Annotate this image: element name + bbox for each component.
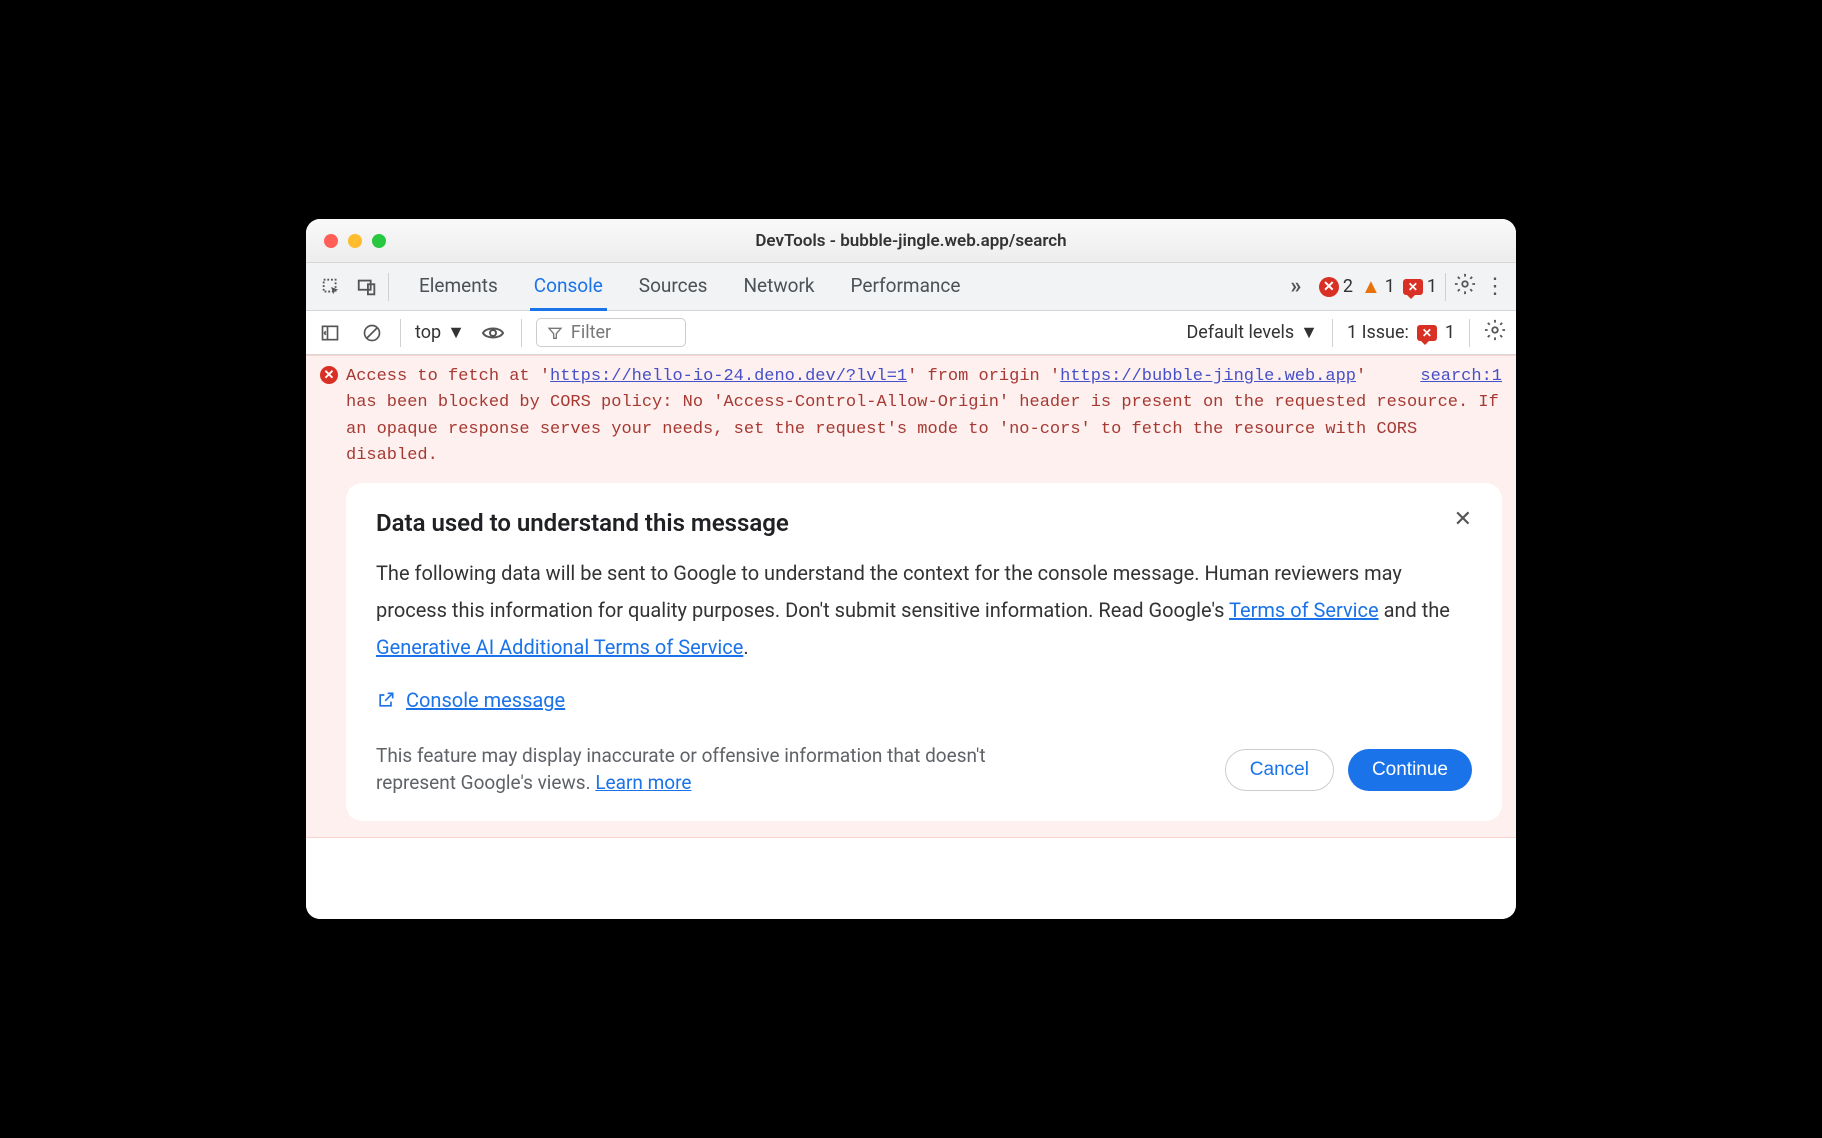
console-message-link[interactable]: Console message (376, 688, 565, 712)
gen-ai-tos-link[interactable]: Generative AI Additional Terms of Servic… (376, 635, 743, 659)
divider (521, 319, 522, 347)
window-title: DevTools - bubble-jingle.web.app/search (306, 231, 1516, 251)
issue-icon: ✕ (1403, 279, 1423, 295)
continue-button[interactable]: Continue (1348, 749, 1472, 791)
divider (1332, 319, 1333, 347)
panel-tabs: Elements Console Sources Network Perform… (415, 263, 964, 311)
disclaimer-text: This feature may display inaccurate or o… (376, 743, 1016, 796)
context-selector[interactable]: top ▼ (415, 322, 465, 343)
device-toolbar-icon[interactable] (352, 272, 382, 302)
ai-consent-card: Data used to understand this message ✕ T… (346, 483, 1502, 820)
error-url-2[interactable]: https://bubble-jingle.web.app (1060, 367, 1356, 386)
card-title: Data used to understand this message (376, 509, 789, 537)
devtools-window: DevTools - bubble-jingle.web.app/search … (306, 219, 1516, 919)
tab-console[interactable]: Console (530, 263, 607, 311)
live-expression-icon[interactable] (479, 319, 507, 347)
cancel-button[interactable]: Cancel (1225, 749, 1334, 791)
dropdown-icon: ▼ (1300, 322, 1318, 343)
error-count-badge[interactable]: ✕ 2 (1319, 276, 1353, 297)
warning-count-badge[interactable]: ▲ 1 (1361, 274, 1395, 299)
close-icon[interactable]: ✕ (1454, 509, 1472, 531)
filter-icon (547, 325, 563, 341)
issue-count: 1 (1445, 322, 1455, 343)
divider (400, 319, 401, 347)
issues-summary[interactable]: 1 Issue: ✕ 1 (1347, 322, 1455, 343)
settings-icon[interactable] (1454, 273, 1476, 301)
clear-console-icon[interactable] (358, 319, 386, 347)
console-error-row: ✕ search:1 Access to fetch at 'https://h… (306, 355, 1516, 838)
filter-input[interactable]: Filter (536, 318, 686, 347)
error-message: search:1 Access to fetch at 'https://hel… (346, 364, 1502, 469)
issue-count-badge[interactable]: ✕ 1 (1403, 276, 1437, 297)
learn-more-link[interactable]: Learn more (595, 771, 691, 794)
console-body: ✕ search:1 Access to fetch at 'https://h… (306, 355, 1516, 919)
tab-elements[interactable]: Elements (415, 263, 502, 311)
levels-label: Default levels (1186, 322, 1294, 343)
titlebar: DevTools - bubble-jingle.web.app/search (306, 219, 1516, 263)
error-count: 2 (1343, 276, 1353, 297)
tab-performance[interactable]: Performance (847, 263, 965, 311)
filter-placeholder: Filter (571, 322, 611, 343)
error-icon: ✕ (320, 366, 338, 384)
divider (1445, 273, 1446, 301)
tabs-bar: Elements Console Sources Network Perform… (306, 263, 1516, 311)
issue-label: 1 Issue: (1347, 322, 1409, 343)
console-toolbar: top ▼ Filter Default levels ▼ 1 Issue: ✕… (306, 311, 1516, 355)
dropdown-icon: ▼ (447, 322, 465, 343)
divider (388, 273, 389, 301)
tab-sources[interactable]: Sources (635, 263, 712, 311)
tos-link[interactable]: Terms of Service (1229, 598, 1379, 622)
divider (1469, 319, 1470, 347)
error-icon: ✕ (1319, 277, 1339, 297)
warning-icon: ▲ (1361, 274, 1381, 299)
kebab-menu-icon[interactable]: ⋮ (1484, 274, 1506, 299)
external-link-icon (376, 690, 396, 710)
card-body: The following data will be sent to Googl… (376, 555, 1472, 666)
inspect-element-icon[interactable] (316, 272, 346, 302)
issue-icon: ✕ (1417, 325, 1437, 341)
context-label: top (415, 322, 441, 343)
console-settings-icon[interactable] (1484, 319, 1506, 347)
toggle-sidebar-icon[interactable] (316, 319, 344, 347)
log-levels-selector[interactable]: Default levels ▼ (1186, 322, 1318, 343)
tab-network[interactable]: Network (739, 263, 818, 311)
error-url-1[interactable]: https://hello-io-24.deno.dev/?lvl=1 (550, 367, 907, 386)
error-source-link[interactable]: search:1 (1420, 364, 1502, 390)
issue-count: 1 (1427, 276, 1437, 297)
more-tabs-icon[interactable]: » (1281, 272, 1311, 302)
warning-count: 1 (1385, 276, 1395, 297)
